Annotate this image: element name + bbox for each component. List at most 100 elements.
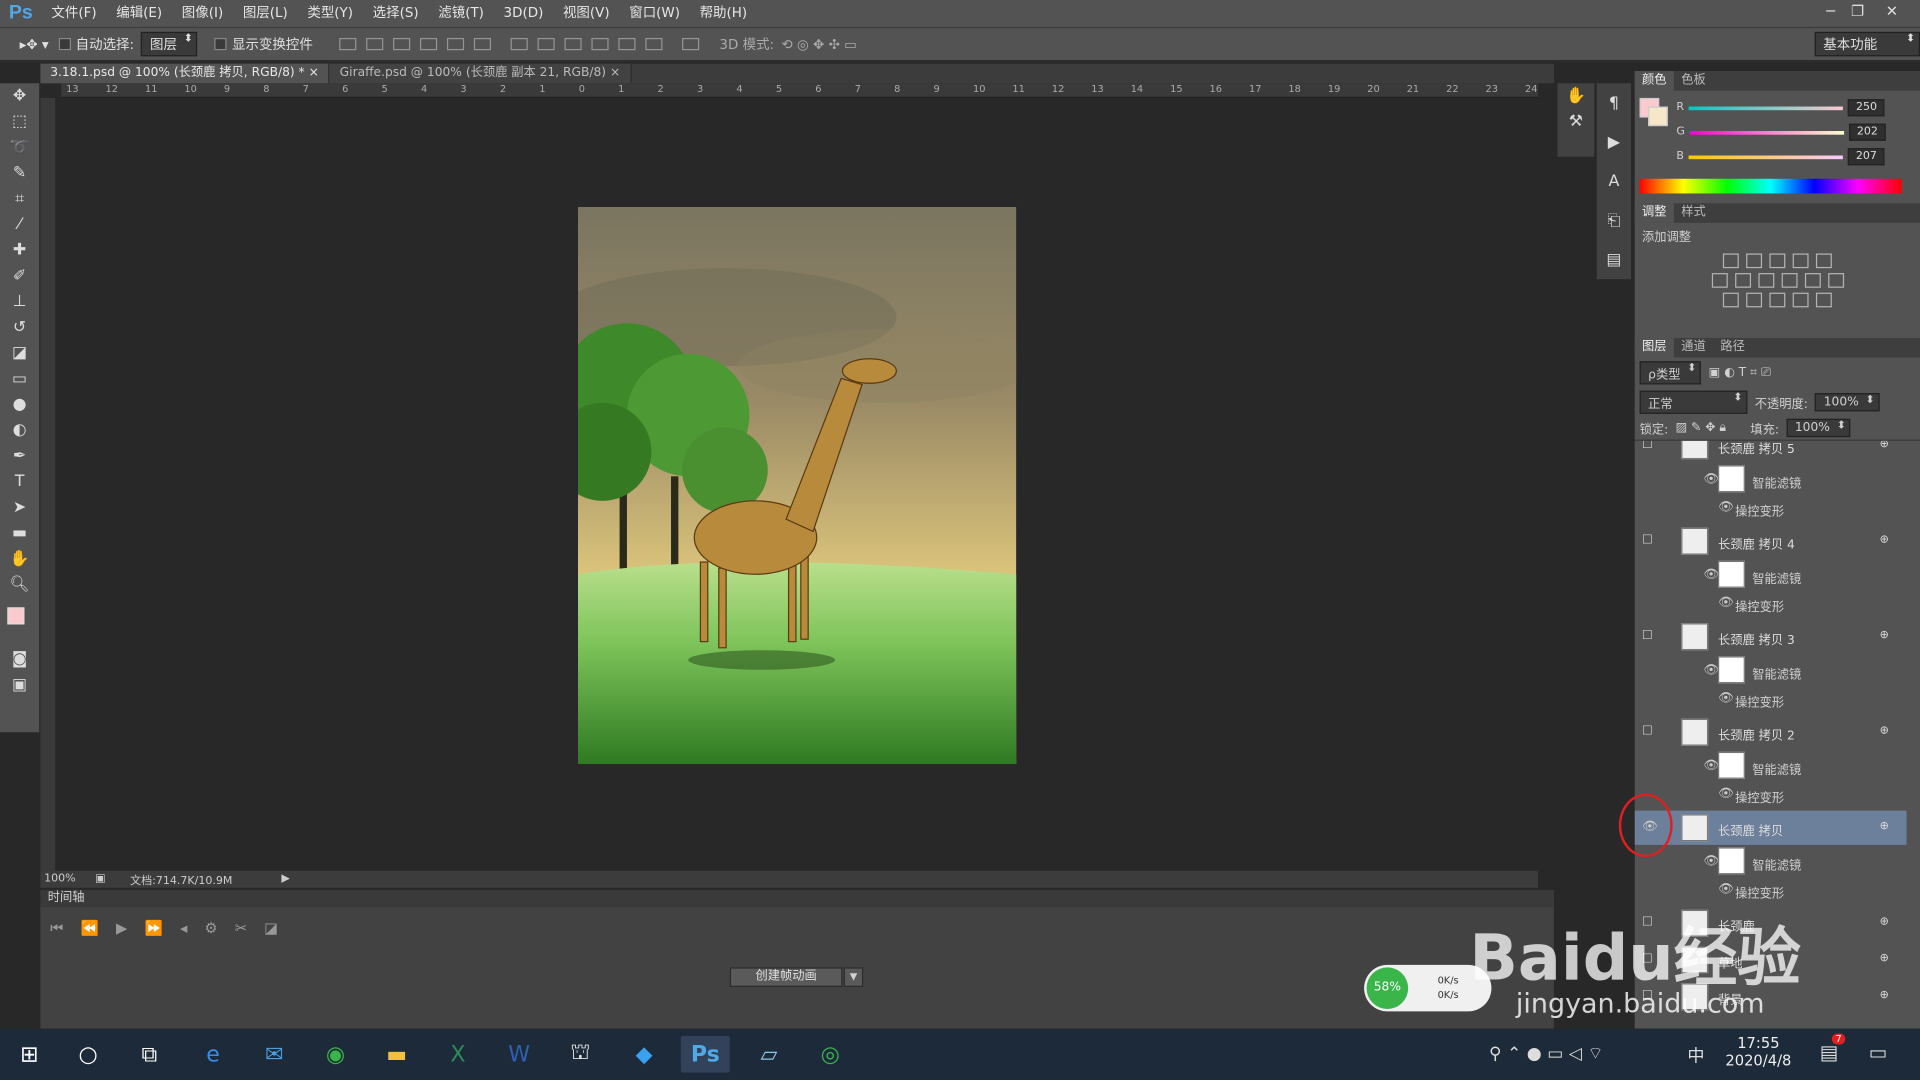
curves-icon[interactable] [1769,253,1786,269]
paragraph-icon[interactable]: ¶ [1597,83,1631,122]
levels-icon[interactable] [1746,253,1763,269]
menu-item[interactable]: 3D(D) [494,0,553,27]
visibility-toggle[interactable]: ☐ [1642,441,1653,452]
menu-item[interactable]: 文件(F) [42,0,107,27]
distribute-bottom-icon[interactable] [565,37,583,51]
invert-icon[interactable] [1722,292,1739,308]
first-frame-icon[interactable]: ⏮ [50,920,63,938]
file-explorer-icon[interactable]: ▬ [372,1036,421,1073]
smart-filter-row[interactable]: 👁︎ 智能滤镜 [1635,560,1907,590]
prev-frame-icon[interactable]: ⏪ [81,920,99,938]
lock-icons[interactable]: ▨ ✎ ✥ 🔒︎ [1676,421,1726,434]
selective-color-icon[interactable] [1792,292,1809,308]
brightness-icon[interactable] [1722,253,1739,269]
workspace-dropdown[interactable]: 基本功能 [1814,31,1920,57]
windows-start-icon[interactable]: ⊞ [5,1036,54,1073]
next-frame-icon[interactable]: ⏩ [144,920,162,938]
menu-item[interactable]: 帮助(H) [690,0,757,27]
brush-tool-icon[interactable]: ✐ [0,263,39,289]
auto-align-icon[interactable] [682,37,700,51]
search-icon[interactable]: ○ [64,1036,113,1073]
distribute-center-icon[interactable] [618,37,637,51]
properties-icon[interactable]: ▤ [1597,240,1631,279]
close-tab-icon[interactable]: × [610,66,620,79]
eye-icon[interactable]: 👁︎ [1718,501,1734,514]
smart-filter-row[interactable]: 👁︎ 智能滤镜 [1635,656,1907,685]
menu-item[interactable]: 滤镜(T) [428,0,493,27]
warp-filter-row[interactable]: 👁︎ 操控变形 [1635,497,1907,521]
eye-icon[interactable]: 👁︎ [1718,596,1734,609]
tab-styles[interactable]: 样式 [1674,203,1713,223]
restore-icon[interactable]: ❐ [1844,0,1871,22]
zoom-tool-icon[interactable]: 🔍︎ [0,572,39,598]
photoshop-taskbar-icon[interactable]: Ps [680,1035,730,1073]
stamp-tool-icon[interactable]: ⊥ [0,289,39,315]
history-icon[interactable]: ⎗ [1597,201,1631,240]
eye-icon[interactable]: 👁︎ [1703,855,1719,868]
b-slider[interactable] [1688,154,1844,159]
clock[interactable]: 17:55 2020/4/8 [1724,1035,1793,1069]
opacity-value[interactable]: 100% [1815,393,1880,412]
gradient-tool-icon[interactable]: ▭ [0,366,39,392]
marquee-tool-icon[interactable]: ⬚ [0,109,39,135]
chevron-down-icon[interactable]: ▼ [843,967,864,987]
ime-indicator[interactable]: 中 [1687,1043,1704,1067]
close-tab-icon[interactable]: × [309,66,319,79]
distribute-left-icon[interactable] [592,37,610,51]
brush-preset-icon[interactable]: ✋ [1558,83,1595,109]
menu-item[interactable]: 选择(S) [363,0,429,27]
background-color[interactable] [1648,106,1668,127]
tab-channels[interactable]: 通道 [1674,338,1713,358]
exposure-icon[interactable] [1792,253,1809,269]
healing-tool-icon[interactable]: ✚ [0,238,39,264]
eye-icon[interactable]: 👁︎ [1703,759,1719,772]
tab-layers[interactable]: 图层 [1634,337,1674,358]
hue-icon[interactable] [1711,273,1728,288]
doc-tab-1[interactable]: 3.18.1.psd @ 100% (长颈鹿 拷贝, RGB/8) * × [40,63,330,84]
layer-row[interactable]: ☐ 长颈鹿 拷贝 3 ⊕ [1635,620,1907,654]
mixer-icon[interactable] [1804,273,1821,288]
distribute-top-icon[interactable] [511,37,529,51]
system-tray-icons[interactable]: ⚲ ⌃ ● ▭ ◁ ⌔ [1489,1043,1604,1065]
blur-tool-icon[interactable]: ● [0,392,39,418]
menu-item[interactable]: 图像(I) [172,0,233,27]
warp-filter-row[interactable]: 👁︎ 操控变形 [1635,688,1907,712]
blend-mode-dropdown[interactable]: 正常 [1639,390,1748,414]
canvas-image[interactable] [577,206,1017,765]
layer-row[interactable]: ☐ 长颈鹿 拷贝 4 ⊕ [1635,524,1907,558]
word-icon[interactable]: W [495,1036,544,1073]
tool-preset-icon[interactable]: ⚒ [1558,109,1595,135]
smart-filter-row[interactable]: 👁︎ 智能滤镜 [1635,847,1907,876]
move-tool-icon[interactable]: ✥ [0,83,39,109]
menu-item[interactable]: 视图(V) [553,0,619,27]
eye-icon[interactable]: 👁︎ [1718,787,1734,800]
path-select-tool-icon[interactable]: ➤ [0,495,39,521]
gradient-map-icon[interactable] [1815,292,1832,308]
menu-item[interactable]: 图层(L) [233,0,298,27]
auto-select-dropdown[interactable]: 图层 [141,31,198,57]
settings-icon[interactable]: ⚙ [204,920,217,938]
store-icon[interactable]: ⛫ [556,1036,605,1073]
align-middle-icon[interactable] [366,37,384,51]
action-center-icon[interactable]: ▭ [1869,1041,1888,1064]
hand-tool-icon[interactable]: ✋ [0,546,39,572]
warp-filter-row[interactable]: 👁︎ 操控变形 [1635,593,1907,617]
pen-tool-icon[interactable]: ✒ [0,443,39,469]
notes-icon[interactable]: ▱ [744,1036,793,1073]
lookup-icon[interactable] [1827,273,1844,288]
vibrance-icon[interactable] [1815,253,1832,269]
tab-color[interactable]: 颜色 [1634,71,1674,91]
layer-row[interactable]: 👁︎ 长颈鹿 拷贝 ⊕ [1634,810,1907,845]
quick-mask-icon[interactable]: ◙ [0,647,39,673]
dodge-tool-icon[interactable]: ◐ [0,418,39,444]
b-value[interactable]: 207 [1848,148,1885,166]
eye-icon[interactable]: 👁︎ [1703,568,1719,581]
posterize-icon[interactable] [1746,292,1763,308]
character-icon[interactable]: A [1597,162,1631,201]
layer-kind-dropdown[interactable]: ρ类型 [1639,361,1702,385]
eraser-tool-icon[interactable]: ◪ [0,340,39,366]
create-frame-animation-button[interactable]: 创建帧动画 [729,967,843,987]
screen-mode-icon[interactable]: ▣ [0,672,39,698]
transition-icon[interactable]: ◪ [264,920,278,938]
filter-icons[interactable]: ▣ ◐ T ⌗ ⎚ [1709,366,1771,379]
